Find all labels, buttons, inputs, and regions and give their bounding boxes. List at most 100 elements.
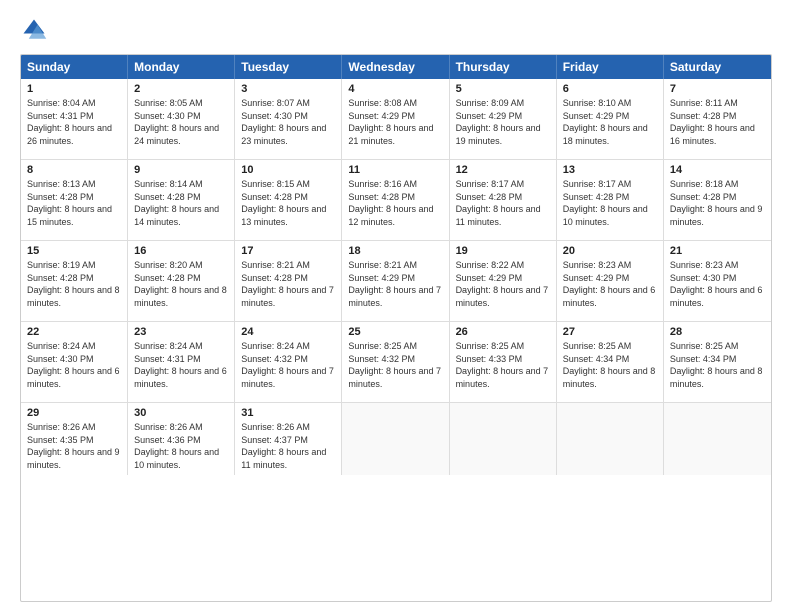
cell-info: Sunrise: 8:08 AM Sunset: 4:29 PM Dayligh… (348, 97, 442, 147)
cell-info: Sunrise: 8:21 AM Sunset: 4:29 PM Dayligh… (348, 259, 442, 309)
cell-info: Sunrise: 8:24 AM Sunset: 4:32 PM Dayligh… (241, 340, 335, 390)
day-number: 5 (456, 83, 550, 95)
calendar-cell: 19Sunrise: 8:22 AM Sunset: 4:29 PM Dayli… (450, 241, 557, 321)
calendar-cell: 3 Sunrise: 8:07 AM Sunset: 4:30 PM Daylig… (235, 79, 342, 159)
calendar-cell: 15Sunrise: 8:19 AM Sunset: 4:28 PM Dayli… (21, 241, 128, 321)
calendar-cell: 11 Sunrise: 8:16 AM Sunset: 4:28 PM Dayli… (342, 160, 449, 240)
day-number: 16 (134, 245, 228, 257)
cell-info: Sunrise: 8:20 AM Sunset: 4:28 PM Dayligh… (134, 259, 228, 309)
header (20, 16, 772, 44)
cell-info: Sunrise: 8:25 AM Sunset: 4:33 PM Dayligh… (456, 340, 550, 390)
day-number: 4 (348, 83, 442, 95)
calendar-body: 1 Sunrise: 8:04 AM Sunset: 4:31 PM Daylig… (21, 79, 771, 475)
cell-info: Sunrise: 8:25 AM Sunset: 4:34 PM Dayligh… (563, 340, 657, 390)
cell-info: Sunrise: 8:07 AM Sunset: 4:30 PM Dayligh… (241, 97, 335, 147)
calendar-row-4: 22 Sunrise: 8:24 AM Sunset: 4:30 PM Dayli… (21, 321, 771, 402)
day-number: 11 (348, 164, 442, 176)
day-number: 10 (241, 164, 335, 176)
day-number: 22 (27, 326, 121, 338)
header-wednesday: Wednesday (342, 55, 449, 79)
calendar-header: Sunday Monday Tuesday Wednesday Thursday… (21, 55, 771, 79)
day-number: 31 (241, 407, 335, 419)
day-number: 6 (563, 83, 657, 95)
day-number: 3 (241, 83, 335, 95)
cell-info: Sunrise: 8:21 AM Sunset: 4:28 PM Dayligh… (241, 259, 335, 309)
header-tuesday: Tuesday (235, 55, 342, 79)
header-friday: Friday (557, 55, 664, 79)
day-number: 21 (670, 245, 765, 257)
cell-info: Sunrise: 8:13 AM Sunset: 4:28 PM Dayligh… (27, 178, 121, 228)
calendar-cell (664, 403, 771, 475)
calendar-cell: 6 Sunrise: 8:10 AM Sunset: 4:29 PM Daylig… (557, 79, 664, 159)
day-number: 24 (241, 326, 335, 338)
cell-info: Sunrise: 8:24 AM Sunset: 4:31 PM Dayligh… (134, 340, 228, 390)
day-number: 19 (456, 245, 550, 257)
calendar-cell (557, 403, 664, 475)
day-number: 27 (563, 326, 657, 338)
calendar-cell: 10 Sunrise: 8:15 AM Sunset: 4:28 PM Dayli… (235, 160, 342, 240)
calendar-cell: 9Sunrise: 8:14 AM Sunset: 4:28 PM Daylig… (128, 160, 235, 240)
day-number: 26 (456, 326, 550, 338)
cell-info: Sunrise: 8:14 AM Sunset: 4:28 PM Dayligh… (134, 178, 228, 228)
calendar-cell: 22 Sunrise: 8:24 AM Sunset: 4:30 PM Dayli… (21, 322, 128, 402)
calendar-cell: 27 Sunrise: 8:25 AM Sunset: 4:34 PM Dayli… (557, 322, 664, 402)
cell-info: Sunrise: 8:26 AM Sunset: 4:35 PM Dayligh… (27, 421, 121, 471)
cell-info: Sunrise: 8:17 AM Sunset: 4:28 PM Dayligh… (456, 178, 550, 228)
day-number: 13 (563, 164, 657, 176)
day-number: 25 (348, 326, 442, 338)
cell-info: Sunrise: 8:10 AM Sunset: 4:29 PM Dayligh… (563, 97, 657, 147)
calendar-row-2: 8 Sunrise: 8:13 AM Sunset: 4:28 PM Daylig… (21, 159, 771, 240)
calendar-cell: 24 Sunrise: 8:24 AM Sunset: 4:32 PM Dayli… (235, 322, 342, 402)
cell-info: Sunrise: 8:11 AM Sunset: 4:28 PM Dayligh… (670, 97, 765, 147)
day-number: 28 (670, 326, 765, 338)
calendar-cell: 1 Sunrise: 8:04 AM Sunset: 4:31 PM Daylig… (21, 79, 128, 159)
day-number: 1 (27, 83, 121, 95)
calendar-cell: 20Sunrise: 8:23 AM Sunset: 4:29 PM Dayli… (557, 241, 664, 321)
cell-info: Sunrise: 8:05 AM Sunset: 4:30 PM Dayligh… (134, 97, 228, 147)
day-number: 2 (134, 83, 228, 95)
cell-info: Sunrise: 8:16 AM Sunset: 4:28 PM Dayligh… (348, 178, 442, 228)
calendar-cell: 21 Sunrise: 8:23 AM Sunset: 4:30 PM Dayli… (664, 241, 771, 321)
calendar-cell: 30Sunrise: 8:26 AM Sunset: 4:36 PM Dayli… (128, 403, 235, 475)
calendar-cell: 7 Sunrise: 8:11 AM Sunset: 4:28 PM Daylig… (664, 79, 771, 159)
day-number: 14 (670, 164, 765, 176)
cell-info: Sunrise: 8:17 AM Sunset: 4:28 PM Dayligh… (563, 178, 657, 228)
calendar-cell: 14 Sunrise: 8:18 AM Sunset: 4:28 PM Dayli… (664, 160, 771, 240)
cell-info: Sunrise: 8:25 AM Sunset: 4:34 PM Dayligh… (670, 340, 765, 390)
day-number: 7 (670, 83, 765, 95)
header-monday: Monday (128, 55, 235, 79)
calendar-cell: 31Sunrise: 8:26 AM Sunset: 4:37 PM Dayli… (235, 403, 342, 475)
day-number: 12 (456, 164, 550, 176)
cell-info: Sunrise: 8:26 AM Sunset: 4:36 PM Dayligh… (134, 421, 228, 471)
day-number: 23 (134, 326, 228, 338)
day-number: 8 (27, 164, 121, 176)
header-saturday: Saturday (664, 55, 771, 79)
cell-info: Sunrise: 8:24 AM Sunset: 4:30 PM Dayligh… (27, 340, 121, 390)
page: Sunday Monday Tuesday Wednesday Thursday… (0, 0, 792, 612)
calendar-cell (450, 403, 557, 475)
calendar-row-1: 1 Sunrise: 8:04 AM Sunset: 4:31 PM Daylig… (21, 79, 771, 159)
header-sunday: Sunday (21, 55, 128, 79)
cell-info: Sunrise: 8:09 AM Sunset: 4:29 PM Dayligh… (456, 97, 550, 147)
calendar-cell: 13 Sunrise: 8:17 AM Sunset: 4:28 PM Dayli… (557, 160, 664, 240)
day-number: 15 (27, 245, 121, 257)
day-number: 20 (563, 245, 657, 257)
calendar-cell: 23 Sunrise: 8:24 AM Sunset: 4:31 PM Dayli… (128, 322, 235, 402)
calendar-cell: 28 Sunrise: 8:25 AM Sunset: 4:34 PM Dayli… (664, 322, 771, 402)
cell-info: Sunrise: 8:04 AM Sunset: 4:31 PM Dayligh… (27, 97, 121, 147)
cell-info: Sunrise: 8:18 AM Sunset: 4:28 PM Dayligh… (670, 178, 765, 228)
calendar-cell: 12 Sunrise: 8:17 AM Sunset: 4:28 PM Dayli… (450, 160, 557, 240)
calendar-cell (342, 403, 449, 475)
calendar-cell: 4 Sunrise: 8:08 AM Sunset: 4:29 PM Daylig… (342, 79, 449, 159)
cell-info: Sunrise: 8:23 AM Sunset: 4:30 PM Dayligh… (670, 259, 765, 309)
day-number: 18 (348, 245, 442, 257)
calendar-row-5: 29Sunrise: 8:26 AM Sunset: 4:35 PM Dayli… (21, 402, 771, 475)
calendar-cell: 25Sunrise: 8:25 AM Sunset: 4:32 PM Dayli… (342, 322, 449, 402)
cell-info: Sunrise: 8:15 AM Sunset: 4:28 PM Dayligh… (241, 178, 335, 228)
logo-icon (20, 16, 48, 44)
calendar-cell: 5 Sunrise: 8:09 AM Sunset: 4:29 PM Daylig… (450, 79, 557, 159)
calendar-cell: 2 Sunrise: 8:05 AM Sunset: 4:30 PM Daylig… (128, 79, 235, 159)
header-thursday: Thursday (450, 55, 557, 79)
calendar-cell: 18 Sunrise: 8:21 AM Sunset: 4:29 PM Dayli… (342, 241, 449, 321)
calendar-cell: 26 Sunrise: 8:25 AM Sunset: 4:33 PM Dayli… (450, 322, 557, 402)
